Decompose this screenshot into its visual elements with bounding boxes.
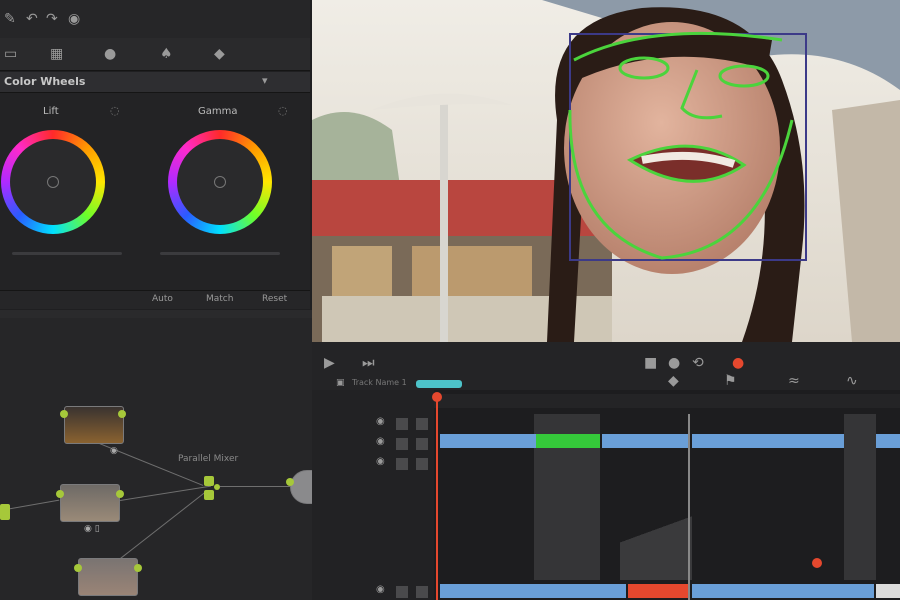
timeline-clip[interactable] [876,434,900,448]
timeline-clip-marked[interactable] [628,584,690,598]
color-wheels-title: Color Wheels [4,75,86,88]
parallel-mixer-port[interactable] [214,484,220,490]
node-thumbnail-3[interactable] [78,558,138,596]
track-toggle-icon[interactable] [396,458,408,470]
record-indicator-icon[interactable]: ● [732,356,744,370]
track-toggle-icon[interactable] [416,438,428,450]
node-thumbnail-2[interactable] [60,484,120,522]
keyframe-marker[interactable] [812,558,822,568]
top-toolbar: ✎ ↶ ↷ ◉ [0,0,310,39]
track-visibility-icon[interactable]: ◉ [376,584,385,595]
color-wheels-footer: Auto Match Reset [0,290,310,309]
track-color-bar[interactable] [416,380,462,388]
timeline-ruler[interactable] [434,394,900,408]
keyframe-icon[interactable]: ◆ [668,374,679,388]
circle-icon[interactable]: ● [104,47,116,61]
playhead-handle[interactable] [432,392,442,402]
grid-icon[interactable]: ▦ [50,47,63,61]
track-visibility-icon[interactable]: ◉ [376,416,385,427]
node-input-port[interactable] [56,490,64,498]
wheel-label-gamma: Gamma [198,106,238,117]
node-output-port[interactable] [116,490,124,498]
node-thumbnail-1[interactable] [64,406,124,444]
timeline-clip[interactable] [692,584,874,598]
wheel-label-lift: Lift [43,106,59,117]
node-output-port[interactable] [118,410,126,418]
track-toggle-icon[interactable] [416,458,428,470]
track-toggle-icon[interactable] [416,586,428,598]
track-visibility-icon[interactable]: ◉ [376,436,385,447]
reset-icon[interactable]: ◌ [110,104,120,117]
palette-toolbar: ▭ ▦ ● ♠ ◆ [0,38,310,71]
node-input-port[interactable] [60,410,68,418]
parallel-mixer-port[interactable] [204,490,214,500]
track-visibility-icon[interactable]: ◉ [376,456,385,467]
node-icon: ◉ [110,446,118,456]
timeline-clip[interactable] [876,584,900,598]
viewer[interactable] [312,0,900,342]
timeline-clip[interactable] [692,434,844,448]
track-toggle-icon[interactable] [396,586,408,598]
node-icon: ◉ ▯ [84,524,100,534]
track-lock-icon[interactable]: ▣ [336,378,345,388]
reset-icon[interactable]: ◌ [278,104,288,117]
play-icon[interactable]: ▶ [324,356,335,370]
track-toggle-icon[interactable] [396,438,408,450]
skip-icon[interactable]: ⏭ [362,356,375,370]
panel-menu-icon[interactable]: ▾ [262,74,268,87]
parallel-mixer-node[interactable] [204,476,214,486]
node-input-port[interactable] [286,478,294,486]
auto-button[interactable]: Auto [152,294,173,304]
timeline-clip[interactable] [602,434,690,448]
flag-icon[interactable]: ⚑ [724,374,737,388]
timeline-clip[interactable] [440,584,626,598]
slider-lift[interactable] [12,252,122,255]
track-toggle-icon[interactable] [416,418,428,430]
match-button[interactable]: Match [206,294,233,304]
timeline-controls: ▶ ⏭ ■ ● ⟲ ● ◆ ⚑ ≈ ∿ ▣ Track Name 1 [312,342,900,391]
loop-icon[interactable]: ⟲ [692,356,704,370]
wand-icon[interactable]: ♠ [160,47,173,61]
slider-gamma[interactable] [160,252,280,255]
source-port[interactable] [0,504,10,520]
pen-icon[interactable]: ✎ [4,12,16,26]
timeline-clip-selected[interactable] [536,434,600,448]
timeline-clip[interactable] [440,434,536,448]
node-editor-header [0,310,312,318]
keyframe-icon[interactable]: ◆ [214,47,225,61]
wheel-center-lift[interactable] [47,176,59,188]
stop-icon[interactable]: ■ [644,356,657,370]
redo-icon[interactable]: ↷ [46,12,58,26]
viewer-image [312,0,900,342]
curve-area [844,414,876,580]
curve-icon[interactable]: ∿ [846,374,858,388]
undo-icon[interactable]: ↶ [26,12,38,26]
parallel-mixer-label: Parallel Mixer [178,454,239,464]
track-toggle-icon[interactable] [396,418,408,430]
node-output-port[interactable] [134,564,142,572]
node-wire [220,486,290,487]
reset-button[interactable]: Reset [262,294,287,304]
eye-icon[interactable]: ◉ [68,12,80,26]
folder-icon[interactable]: ▭ [4,47,17,61]
node-input-port[interactable] [74,564,82,572]
playhead[interactable] [436,394,438,600]
wave-icon[interactable]: ≈ [788,374,800,388]
color-wheels-header: Color Wheels ▾ [0,72,310,93]
curve-area [620,500,692,580]
node-editor[interactable] [0,310,312,600]
track-name-field[interactable]: Track Name 1 [352,378,407,387]
marker[interactable] [688,414,690,600]
record-icon[interactable]: ● [668,356,680,370]
wheel-center-gamma[interactable] [214,176,226,188]
track-headers: ◉ ◉ ◉ ◉ [312,390,434,600]
